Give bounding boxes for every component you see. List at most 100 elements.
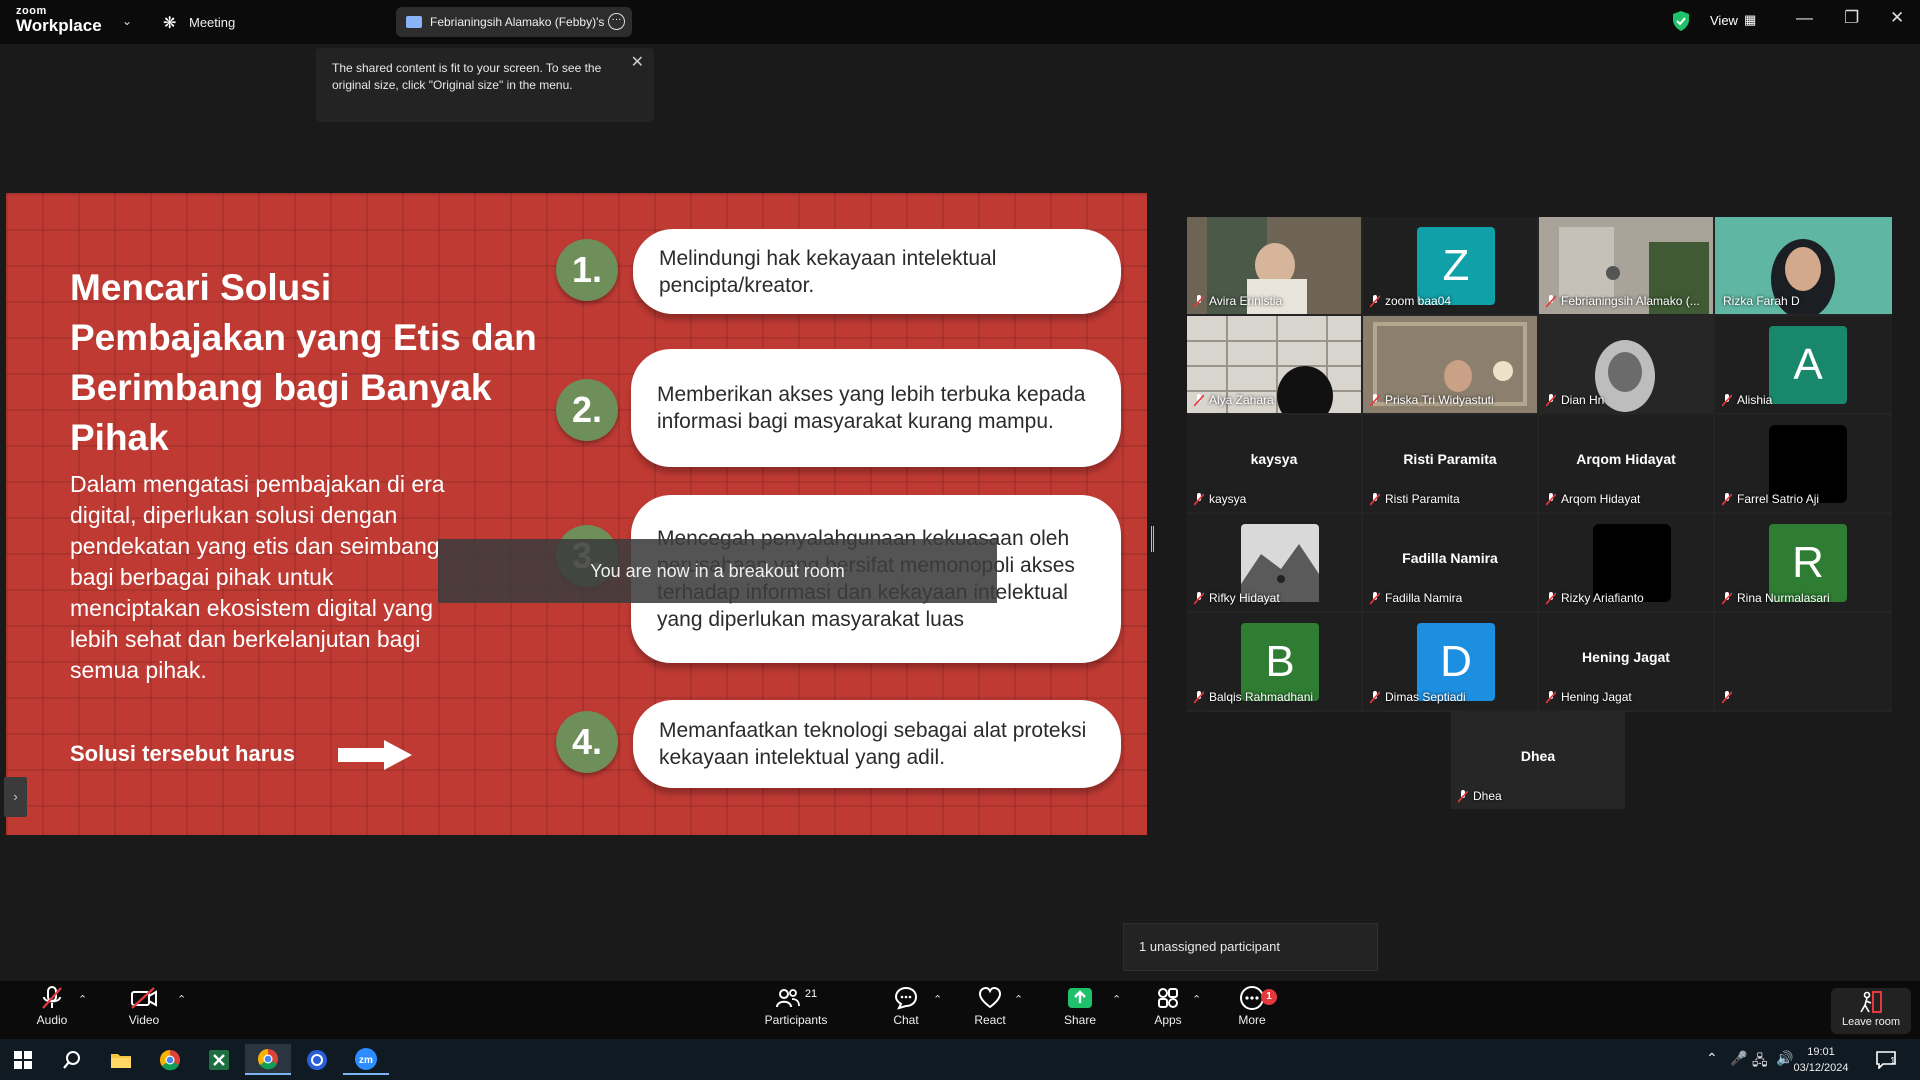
shared-screen-tab[interactable]: Febrianingsih Alamako (Febby)'s ··· — [396, 7, 632, 37]
react-button[interactable]: React — [968, 985, 1012, 1027]
tray-chevron-up-icon[interactable]: ⌃ — [1706, 1050, 1718, 1067]
participant-name: Rina Nurmalasari — [1737, 591, 1830, 605]
muted-mic-icon — [1546, 691, 1556, 704]
restore-icon[interactable]: ❐ — [1844, 8, 1859, 28]
participant-tile[interactable]: kaysya kaysya — [1187, 415, 1361, 512]
video-options-caret-icon[interactable]: ⌃ — [177, 993, 186, 1006]
taskbar-clock[interactable]: 19:01 03/12/2024 — [1778, 1044, 1864, 1076]
apps-label: Apps — [1154, 1013, 1182, 1027]
participant-tile-empty[interactable] — [1715, 613, 1892, 710]
excel-icon[interactable] — [196, 1044, 242, 1075]
muted-mic-icon — [1370, 394, 1380, 407]
close-icon[interactable]: ✕ — [1890, 8, 1904, 28]
video-button[interactable]: Video — [122, 985, 166, 1027]
zoom-workplace-logo[interactable]: zoom Workplace — [16, 6, 102, 35]
file-explorer-icon[interactable] — [98, 1044, 144, 1075]
muted-mic-icon — [1370, 295, 1380, 308]
chat-label: Chat — [893, 1013, 919, 1027]
participant-tile[interactable]: Avira Erinistia — [1187, 217, 1361, 314]
solution-card: Memberikan akses yang lebih terbuka kepa… — [631, 349, 1121, 467]
more-label: More — [1238, 1013, 1266, 1027]
zoom-taskbar-icon[interactable]: zm — [343, 1044, 389, 1075]
participant-tile[interactable]: Arqom Hidayat Arqom Hidayat — [1539, 415, 1713, 512]
avatar: A — [1769, 326, 1847, 404]
participant-display-name: kaysya — [1250, 451, 1298, 467]
participant-tile[interactable]: D Dimas Septiadi — [1363, 613, 1537, 710]
meeting-label[interactable]: Meeting — [189, 15, 235, 30]
chat-options-caret-icon[interactable]: ⌃ — [933, 993, 942, 1006]
participant-name: Farrel Satrio Aji — [1737, 492, 1820, 506]
participant-name: Arqom Hidayat — [1561, 492, 1641, 506]
participant-tile[interactable]: Alya Zahara — [1187, 316, 1361, 413]
participant-tile[interactable]: Rizky Ariafianto — [1539, 514, 1713, 611]
side-panel-toggle[interactable]: › — [4, 777, 27, 817]
notification-badge: 1 — [1261, 989, 1277, 1005]
windows-start-icon[interactable] — [0, 1044, 46, 1075]
minimize-icon[interactable]: — — [1796, 8, 1813, 28]
network-icon[interactable]: 🖧 — [1752, 1050, 1768, 1074]
muted-mic-icon — [1722, 493, 1732, 506]
participant-display-name: Arqom Hidayat — [1576, 451, 1676, 467]
unassigned-participant-tooltip[interactable]: 1 unassigned participant — [1123, 923, 1378, 971]
participant-tile[interactable]: A Alishia — [1715, 316, 1892, 413]
solution-card: Melindungi hak kekayaan intelektual penc… — [633, 229, 1121, 314]
panel-splitter[interactable] — [1151, 526, 1154, 552]
slide-footer: Solusi tersebut harus — [70, 741, 295, 766]
participant-tile[interactable]: Risti Paramita Risti Paramita — [1363, 415, 1537, 512]
chat-button[interactable]: Chat — [884, 985, 928, 1027]
participant-tile[interactable]: Farrel Satrio Aji — [1715, 415, 1892, 512]
share-button[interactable]: Share — [1058, 985, 1102, 1027]
muted-mic-icon — [1194, 691, 1204, 704]
app-icon[interactable] — [294, 1044, 340, 1075]
chrome-profile-icon[interactable] — [245, 1044, 291, 1075]
muted-mic-icon — [1722, 592, 1732, 605]
leave-room-button[interactable]: Leave room — [1831, 988, 1911, 1034]
share-screen-icon — [1058, 985, 1102, 1011]
share-options-caret-icon[interactable]: ⌃ — [1112, 993, 1121, 1006]
participant-name: Rifky Hidayat — [1209, 591, 1280, 605]
chat-icon — [884, 985, 928, 1011]
shared-slide: Mencari Solusi Pembajakan yang Etis dan … — [6, 193, 1147, 835]
participant-tile[interactable]: Dian Hn — [1539, 316, 1713, 413]
heart-icon — [968, 985, 1012, 1011]
participant-tile-active-speaker[interactable]: Rizka Farah D — [1715, 217, 1892, 314]
participant-tile[interactable]: B Balqis Rahmadhani — [1187, 613, 1361, 710]
participant-name: Febrianingsih Alamako (... — [1561, 294, 1700, 308]
muted-mic-icon — [30, 985, 74, 1011]
meeting-icon[interactable]: ❋ — [163, 13, 176, 33]
apps-options-caret-icon[interactable]: ⌃ — [1192, 993, 1201, 1006]
participants-button[interactable]: 21 Participants — [758, 985, 834, 1027]
participant-tile[interactable]: Dhea Dhea — [1451, 712, 1625, 809]
chrome-icon[interactable] — [147, 1044, 193, 1075]
muted-mic-icon — [1370, 592, 1380, 605]
notification-center-icon[interactable]: 1 — [1866, 1044, 1906, 1075]
chevron-down-icon[interactable]: ⌄ — [122, 14, 132, 28]
react-options-caret-icon[interactable]: ⌃ — [1014, 993, 1023, 1006]
audio-button[interactable]: Audio — [30, 985, 74, 1027]
fit-to-screen-tooltip: The shared content is fit to your screen… — [316, 48, 654, 122]
security-shield-icon[interactable] — [1672, 10, 1690, 32]
participant-gallery: Avira Erinistia Z zoom baa04 Febrianings… — [1187, 217, 1892, 712]
leave-room-label: Leave room — [1841, 1016, 1901, 1028]
grid-view-icon[interactable]: ▦ — [1744, 12, 1756, 28]
audio-options-caret-icon[interactable]: ⌃ — [78, 993, 87, 1006]
participant-tile[interactable]: R Rina Nurmalasari — [1715, 514, 1892, 611]
close-icon[interactable]: ✕ — [631, 52, 644, 72]
participant-tile[interactable]: Z zoom baa04 — [1363, 217, 1537, 314]
microphone-tray-icon[interactable]: 🎤 — [1730, 1050, 1747, 1067]
participant-name: Alya Zahara — [1209, 393, 1274, 407]
participant-tile[interactable]: Rifky Hidayat — [1187, 514, 1361, 611]
participant-tile[interactable]: Febrianingsih Alamako (... — [1539, 217, 1713, 314]
participant-name: Hening Jagat — [1561, 690, 1632, 704]
more-options-icon[interactable]: ··· — [608, 13, 625, 30]
arrow-right-icon — [338, 740, 412, 770]
view-menu-label[interactable]: View — [1710, 13, 1738, 28]
participant-tile[interactable]: Hening Jagat Hening Jagat — [1539, 613, 1713, 710]
apps-button[interactable]: Apps — [1146, 985, 1190, 1027]
muted-mic-icon — [1458, 790, 1468, 803]
breakout-room-notice: You are now in a breakout room — [438, 539, 997, 603]
search-icon[interactable] — [49, 1044, 95, 1075]
participant-tile[interactable]: Priska Tri Widyastuti — [1363, 316, 1537, 413]
participant-tile[interactable]: Fadilla Namira Fadilla Namira — [1363, 514, 1537, 611]
participant-name: Dimas Septiadi — [1385, 690, 1466, 704]
